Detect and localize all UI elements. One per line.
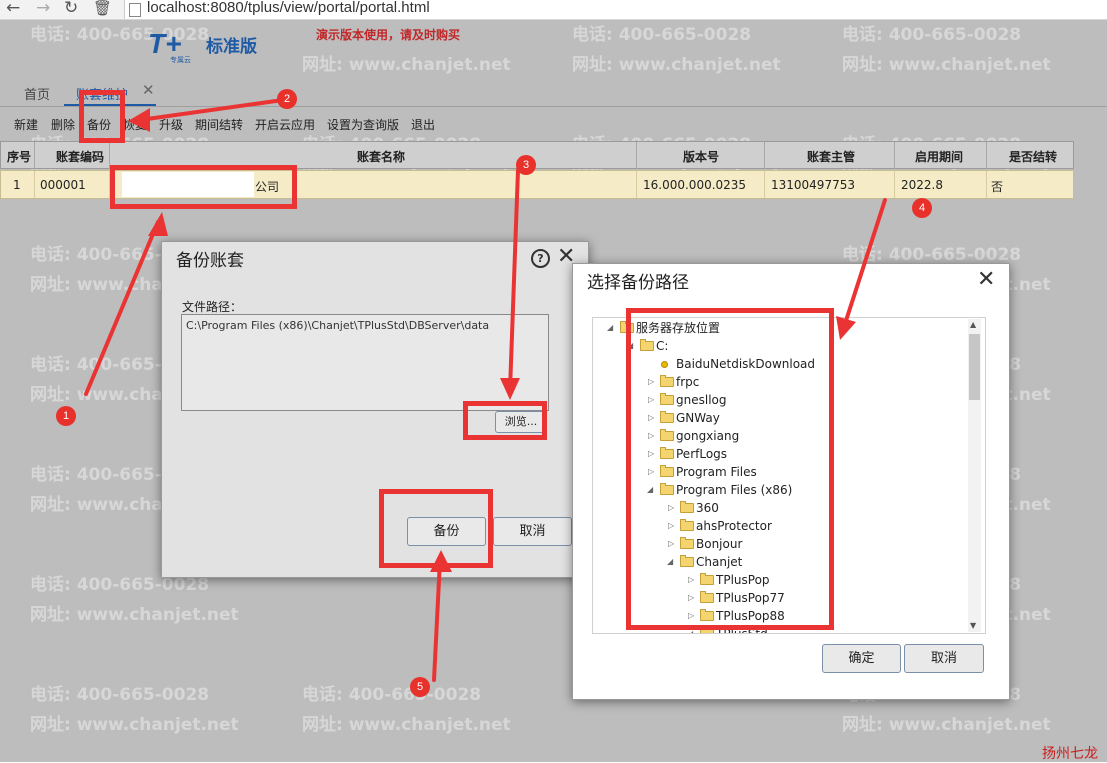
confirm-button[interactable]: 确定: [822, 644, 901, 673]
column-header[interactable]: 账套主管: [807, 148, 855, 165]
cell-start-period: 2022.8: [901, 178, 943, 192]
cancel-button[interactable]: 取消: [904, 644, 984, 673]
address-bar[interactable]: localhost:8080/tplus/view/portal/portal.…: [124, 0, 1107, 19]
trash-icon[interactable]: 🗑: [93, 0, 112, 18]
cancel-button[interactable]: 取消: [493, 517, 572, 546]
path-label: 文件路径：: [182, 300, 243, 314]
annotation-box-backup-confirm: [379, 489, 493, 568]
annotation-box-backup: [79, 90, 125, 143]
cell-code: 000001: [40, 178, 86, 192]
dialog-title: 选择备份路径: [587, 273, 689, 293]
annotation-marker: 2: [277, 89, 297, 109]
tab-bar: 首页 账套维护 ✕: [0, 78, 1107, 107]
set-query-version-button[interactable]: 设置为查询版: [327, 116, 399, 133]
browser-toolbar: ← → ↻ 🗑 localhost:8080/tplus/view/portal…: [0, 0, 1107, 20]
edition-label: 标准版: [206, 37, 257, 57]
tab-home[interactable]: 首页: [24, 84, 50, 103]
column-header[interactable]: 账套名称: [357, 148, 405, 165]
delete-button[interactable]: 删除: [51, 116, 75, 133]
watermark: 电话: 400-665-0028: [302, 685, 482, 705]
watermark: 电话: 400-665-0028: [30, 685, 210, 705]
watermark: 网址: www.chanjet.net: [572, 55, 781, 75]
toolbar: 新建 删除 备份 恢复 升级 期间结转 开启云应用 设置为查询版 退出: [0, 114, 1107, 136]
column-header[interactable]: 是否结转: [1009, 148, 1057, 165]
column-header[interactable]: 账套编码: [56, 148, 104, 165]
annotation-box-browse: [463, 401, 547, 440]
watermark: 网址: www.chanjet.net: [302, 55, 511, 75]
upgrade-button[interactable]: 升级: [159, 116, 183, 133]
watermark: 网址: www.chanjet.net: [30, 715, 239, 735]
forward-arrow-icon[interactable]: →: [36, 0, 50, 18]
path-value: C:\Program Files (x86)\Chanjet\TPlusStd\…: [186, 319, 490, 332]
cell-manager: 13100497753: [771, 178, 855, 192]
watermark: 电话: 400-665-0028: [842, 25, 1022, 45]
scroll-up-icon[interactable]: ▲: [970, 320, 976, 329]
watermark: 网址: www.chanjet.net: [842, 55, 1051, 75]
annotation-box-folder-tree: [626, 308, 834, 630]
annotation-box-account: [110, 165, 297, 209]
scroll-down-icon[interactable]: ▼: [970, 621, 976, 630]
tab-close-icon[interactable]: ✕: [142, 81, 155, 99]
annotation-marker: 3: [516, 155, 536, 175]
new-button[interactable]: 新建: [14, 116, 38, 133]
annotation-marker: 4: [912, 198, 932, 218]
enable-cloud-app-button[interactable]: 开启云应用: [255, 116, 315, 133]
tree-scrollbar[interactable]: ▲ ▼: [968, 319, 981, 632]
exit-button[interactable]: 退出: [411, 116, 435, 133]
watermark: 电话: 400-665-0028: [30, 25, 210, 45]
help-icon[interactable]: ?: [531, 249, 550, 268]
close-icon[interactable]: ✕: [977, 269, 995, 291]
reload-icon[interactable]: ↻: [64, 0, 78, 18]
demo-notice[interactable]: 演示版本使用，请及时购买: [316, 26, 460, 43]
restore-button[interactable]: 恢复: [123, 116, 147, 133]
watermark: 网址: www.chanjet.net: [302, 715, 511, 735]
column-header[interactable]: 启用期间: [915, 148, 963, 165]
watermark: 电话: 400-665-0028: [842, 245, 1022, 265]
path-field[interactable]: C:\Program Files (x86)\Chanjet\TPlusStd\…: [181, 314, 549, 411]
dialog-title: 备份账套: [176, 251, 244, 271]
period-carryover-button[interactable]: 期间结转: [195, 116, 243, 133]
cell-version: 16.000.000.0235: [643, 178, 747, 192]
collapse-arrow-icon[interactable]: ◢: [607, 320, 613, 336]
scroll-thumb[interactable]: [969, 334, 980, 400]
page-icon: [129, 3, 141, 17]
watermark: 网址: www.chanjet.net: [30, 605, 239, 625]
address-url: localhost:8080/tplus/view/portal/portal.…: [147, 0, 430, 16]
logo-subtitle: 专属云: [170, 56, 191, 64]
annotation-marker: 1: [56, 406, 76, 426]
annotation-marker: 5: [410, 677, 430, 697]
cell-carried-over: 否: [991, 180, 1004, 194]
watermark: 电话: 400-665-0028: [572, 25, 752, 45]
watermark: 网址: www.chanjet.net: [842, 715, 1051, 735]
signature: 扬州七龙: [1042, 746, 1098, 762]
cell-index: 1: [13, 178, 21, 192]
column-header[interactable]: 版本号: [683, 148, 719, 165]
column-header[interactable]: 序号: [7, 148, 31, 165]
back-arrow-icon[interactable]: ←: [6, 0, 20, 18]
